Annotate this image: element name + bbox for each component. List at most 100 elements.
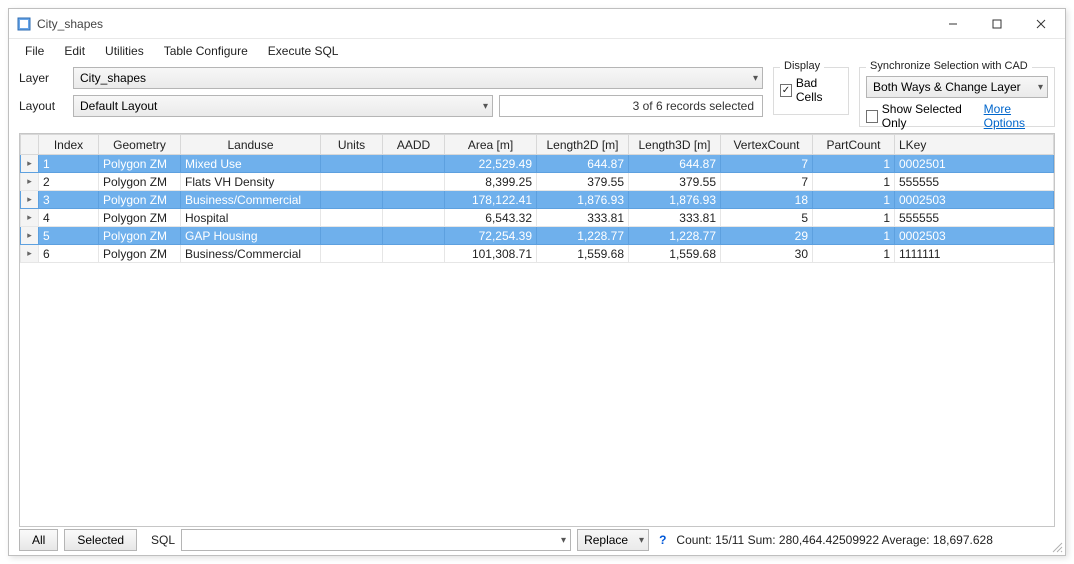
col-units[interactable]: Units (321, 135, 383, 155)
table-row[interactable]: ▸6Polygon ZMBusiness/Commercial101,308.7… (21, 245, 1054, 263)
table-row[interactable]: ▸5Polygon ZMGAP Housing72,254.391,228.77… (21, 227, 1054, 245)
cell-length3d: 379.55 (629, 173, 721, 191)
cell-geometry: Polygon ZM (99, 155, 181, 173)
cell-geometry: Polygon ZM (99, 227, 181, 245)
app-window: City_shapes File Edit Utilities Table Co… (8, 8, 1066, 556)
col-landuse[interactable]: Landuse (181, 135, 321, 155)
display-legend: Display (780, 60, 824, 72)
col-vertexcount[interactable]: VertexCount (721, 135, 813, 155)
chevron-down-icon: ▾ (483, 101, 488, 112)
cell-aadd (383, 227, 445, 245)
col-partcount[interactable]: PartCount (813, 135, 895, 155)
cell-area: 6,543.32 (445, 209, 537, 227)
cell-length2d: 1,876.93 (537, 191, 629, 209)
table-row[interactable]: ▸1Polygon ZMMixed Use22,529.49644.87644.… (21, 155, 1054, 173)
cell-aadd (383, 245, 445, 263)
grid-header[interactable]: Index Geometry Landuse Units AADD Area [… (21, 135, 1054, 155)
cell-index: 6 (39, 245, 99, 263)
cell-index: 3 (39, 191, 99, 209)
bad-cells-checkbox[interactable]: ✓ Bad Cells (780, 76, 842, 104)
row-selector-icon[interactable]: ▸ (21, 245, 39, 263)
chevron-down-icon: ▾ (1038, 82, 1043, 93)
cell-units (321, 155, 383, 173)
col-lkey[interactable]: LKey (895, 135, 1054, 155)
menu-table-configure[interactable]: Table Configure (156, 42, 256, 60)
cell-landuse: Mixed Use (181, 155, 321, 173)
cell-aadd (383, 155, 445, 173)
chevron-down-icon: ▾ (753, 73, 758, 84)
cell-vertexcount: 7 (721, 155, 813, 173)
cell-vertexcount: 30 (721, 245, 813, 263)
display-group: Display ✓ Bad Cells (773, 67, 849, 115)
cell-vertexcount: 18 (721, 191, 813, 209)
col-length3d[interactable]: Length3D [m] (629, 135, 721, 155)
cell-area: 22,529.49 (445, 155, 537, 173)
cell-partcount: 1 (813, 209, 895, 227)
checkbox-icon: ✓ (780, 84, 792, 97)
maximize-button[interactable] (975, 10, 1019, 38)
all-button[interactable]: All (19, 529, 58, 551)
cell-geometry: Polygon ZM (99, 209, 181, 227)
selected-button[interactable]: Selected (64, 529, 137, 551)
menu-edit[interactable]: Edit (56, 42, 93, 60)
cell-index: 1 (39, 155, 99, 173)
row-selector-icon[interactable]: ▸ (21, 191, 39, 209)
row-selector-icon[interactable]: ▸ (21, 155, 39, 173)
table-row[interactable]: ▸3Polygon ZMBusiness/Commercial178,122.4… (21, 191, 1054, 209)
col-length2d[interactable]: Length2D [m] (537, 135, 629, 155)
cell-index: 4 (39, 209, 99, 227)
col-area[interactable]: Area [m] (445, 135, 537, 155)
cell-landuse: Business/Commercial (181, 191, 321, 209)
cell-aadd (383, 173, 445, 191)
cell-lkey: 555555 (895, 173, 1054, 191)
cell-area: 72,254.39 (445, 227, 537, 245)
layer-label: Layer (19, 71, 67, 85)
cell-lkey: 0002503 (895, 191, 1054, 209)
menu-execute-sql[interactable]: Execute SQL (260, 42, 347, 60)
layer-combo[interactable]: City_shapes ▾ (73, 67, 763, 89)
menu-utilities[interactable]: Utilities (97, 42, 152, 60)
data-grid[interactable]: Index Geometry Landuse Units AADD Area [… (19, 133, 1055, 527)
replace-combo[interactable]: Replace ▾ (577, 529, 649, 551)
cell-lkey: 0002501 (895, 155, 1054, 173)
sql-combo[interactable]: ▾ (181, 529, 571, 551)
close-button[interactable] (1019, 10, 1063, 38)
help-icon[interactable]: ? (655, 533, 670, 547)
cell-length3d: 333.81 (629, 209, 721, 227)
sync-mode-combo[interactable]: Both Ways & Change Layer ▾ (866, 76, 1048, 98)
row-selector-icon[interactable]: ▸ (21, 227, 39, 245)
col-aadd[interactable]: AADD (383, 135, 445, 155)
row-selector-icon[interactable]: ▸ (21, 209, 39, 227)
show-selected-checkbox[interactable]: Show Selected Only (866, 102, 978, 130)
cell-vertexcount: 7 (721, 173, 813, 191)
table-row[interactable]: ▸4Polygon ZMHospital6,543.32333.81333.81… (21, 209, 1054, 227)
grid-empty-area (20, 263, 1054, 526)
cell-lkey: 555555 (895, 209, 1054, 227)
layout-combo[interactable]: Default Layout ▾ (73, 95, 493, 117)
resize-grip-icon[interactable] (1051, 541, 1063, 553)
col-geometry[interactable]: Geometry (99, 135, 181, 155)
table-row[interactable]: ▸2Polygon ZMFlats VH Density8,399.25379.… (21, 173, 1054, 191)
cell-landuse: Flats VH Density (181, 173, 321, 191)
more-options-link[interactable]: More Options (984, 102, 1048, 130)
layout-label: Layout (19, 99, 67, 113)
cell-area: 178,122.41 (445, 191, 537, 209)
row-selector-icon[interactable]: ▸ (21, 173, 39, 191)
menu-file[interactable]: File (17, 42, 52, 60)
cell-index: 5 (39, 227, 99, 245)
cell-index: 2 (39, 173, 99, 191)
titlebar: City_shapes (9, 9, 1065, 39)
cell-lkey: 0002503 (895, 227, 1054, 245)
cell-landuse: Business/Commercial (181, 245, 321, 263)
col-index[interactable]: Index (39, 135, 99, 155)
minimize-button[interactable] (931, 10, 975, 38)
cell-lkey: 1111111 (895, 245, 1054, 263)
cell-units (321, 227, 383, 245)
cell-units (321, 209, 383, 227)
footer: All Selected SQL ▾ Replace ▾ ? Count: 15… (9, 527, 1065, 555)
col-rowheader[interactable] (21, 135, 39, 155)
cell-partcount: 1 (813, 191, 895, 209)
cell-length2d: 1,228.77 (537, 227, 629, 245)
cell-partcount: 1 (813, 155, 895, 173)
cell-length2d: 379.55 (537, 173, 629, 191)
